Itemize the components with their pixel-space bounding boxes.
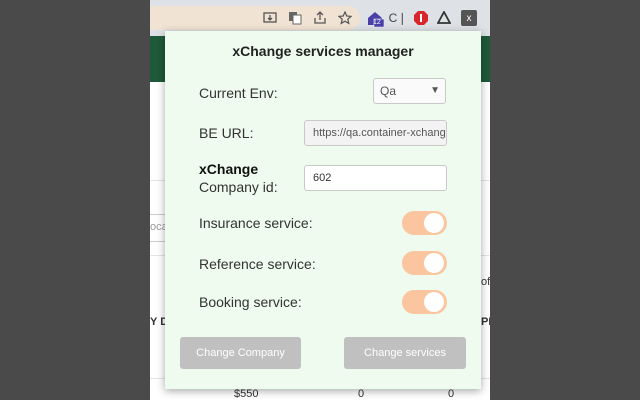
adblock-icon[interactable] — [413, 10, 429, 26]
toggle-knob — [424, 292, 444, 312]
current-env-label: Current Env: — [199, 85, 278, 101]
reference-service-label: Reference service: — [199, 256, 316, 272]
extension-badge: 12 — [373, 19, 381, 26]
ci-extension-icon[interactable]: C❘ — [389, 10, 408, 26]
bookmark-star-icon[interactable] — [337, 10, 353, 26]
be-url-field[interactable]: https://qa.container-xchange — [304, 120, 447, 146]
translate-icon[interactable] — [287, 10, 303, 26]
xchange-extension-letter: x — [466, 12, 472, 24]
background-text: of — [481, 276, 490, 288]
xchange-label: xChange — [199, 161, 259, 177]
install-app-icon[interactable] — [262, 10, 278, 26]
address-bar[interactable] — [150, 6, 360, 30]
chevron-down-icon: ▼ — [430, 85, 440, 96]
company-id-label: Company id: — [199, 179, 278, 195]
background-count: 0 — [448, 388, 455, 400]
booking-service-toggle[interactable] — [402, 290, 447, 314]
company-id-value: 602 — [313, 172, 332, 184]
popup-title: xChange services manager — [232, 43, 414, 59]
background-column-header: PE — [481, 316, 490, 328]
reference-service-toggle[interactable] — [402, 251, 447, 275]
share-icon[interactable] — [312, 10, 328, 26]
change-services-button[interactable]: Change services — [344, 337, 466, 369]
be-url-label: BE URL: — [199, 125, 254, 141]
house-extension-icon[interactable]: 12 — [365, 10, 385, 27]
insurance-service-label: Insurance service: — [199, 215, 313, 231]
triangle-extension-icon[interactable] — [436, 10, 452, 26]
extension-popup: xChange services manager Current Env: Qa… — [165, 31, 481, 389]
env-select-value: Qa — [380, 84, 397, 98]
insurance-service-toggle[interactable] — [402, 211, 447, 235]
company-id-input[interactable]: 602 — [304, 165, 447, 191]
background-count: 0 — [358, 388, 365, 400]
background-price: $550 — [234, 388, 259, 400]
toggle-knob — [424, 253, 444, 273]
booking-service-label: Booking service: — [199, 294, 302, 310]
change-company-button[interactable]: Change Company — [180, 337, 301, 369]
xchange-extension-icon[interactable]: x — [461, 10, 477, 26]
env-select[interactable]: Qa ▼ — [373, 78, 446, 104]
be-url-value: https://qa.container-xchange — [313, 127, 447, 139]
toggle-knob — [424, 213, 444, 233]
